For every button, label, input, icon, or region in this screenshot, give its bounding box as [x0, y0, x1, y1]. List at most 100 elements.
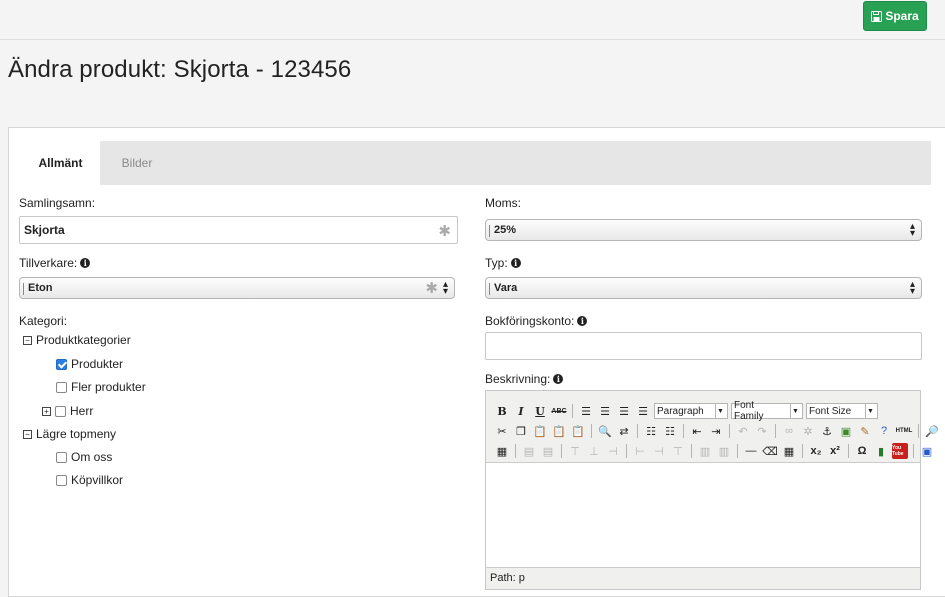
insert-row-before-icon[interactable]: ⊤ [567, 443, 583, 459]
help-icon[interactable]: ? [876, 423, 892, 439]
page-title: Ändra produkt: Skjorta - 123456 [8, 56, 352, 83]
find-icon[interactable]: 🔍 [597, 423, 613, 439]
insert-row-after-icon[interactable]: ⊥ [586, 443, 602, 459]
bokforingskonto-field[interactable] [485, 332, 922, 360]
tab-bilder[interactable]: Bilder [100, 141, 174, 185]
tree-item-label: Produktkategorier [36, 333, 131, 347]
remove-format-icon[interactable]: ⌫ [762, 443, 778, 459]
samlingsnamn-label-text: Samlingsamn: [19, 196, 96, 210]
tree-item-herr[interactable]: + Herr [42, 404, 93, 418]
horizontal-rule-icon[interactable]: — [743, 443, 759, 459]
toolbar-separator [737, 444, 738, 458]
typ-label: Typ: i [485, 256, 521, 270]
toolbar-separator [918, 424, 919, 438]
font-family-dropdown[interactable]: Font Family ▼ [731, 400, 803, 422]
editor-content-area[interactable] [486, 463, 920, 567]
save-button-label: Spara [885, 9, 919, 23]
info-icon[interactable]: i [577, 316, 588, 326]
delete-row-icon[interactable]: ⊣ [605, 443, 621, 459]
format-dropdown[interactable]: Paragraph ▼ [654, 403, 728, 419]
youtube-icon[interactable]: You Tube [892, 443, 908, 459]
paste-text-icon[interactable]: 📋 [551, 423, 567, 439]
unlink-icon[interactable]: ✲ [800, 423, 816, 439]
chevron-down-icon: ▼ [865, 404, 875, 418]
italic-icon[interactable]: I [513, 403, 529, 419]
underline-icon[interactable]: U [532, 403, 548, 419]
row-props-icon[interactable]: ▤ [521, 443, 537, 459]
save-button[interactable]: Spara [863, 1, 927, 31]
image-icon[interactable]: ▣ [838, 423, 854, 439]
tree-item-produktkategorier[interactable]: − Produktkategorier [23, 333, 131, 347]
select-arrows-icon: ▴ ▾ [442, 279, 448, 297]
font-size-dropdown[interactable]: Font Size ▼ [806, 403, 878, 419]
cleanup-icon[interactable]: ✎ [857, 423, 873, 439]
numbered-list-icon[interactable]: ☷ [662, 423, 678, 439]
anchor-icon[interactable]: ⚓ [819, 423, 835, 439]
tab-allmant[interactable]: Allmänt [21, 141, 100, 185]
insert-col-before-icon[interactable]: ⊢ [632, 443, 648, 459]
fullscreen-icon[interactable]: ▣ [919, 443, 935, 459]
special-char-icon[interactable]: Ω [854, 443, 870, 459]
strikethrough-icon[interactable]: ABC [551, 403, 567, 419]
tree-item-om-oss[interactable]: Om oss [56, 450, 112, 464]
tree-item-fler-produkter[interactable]: Fler produkter [56, 380, 146, 394]
tree-item-lagre-topmeny[interactable]: − Lägre topmeny [23, 427, 116, 441]
select-arrows-icon: ▴ ▾ [909, 279, 915, 297]
merge-cells-icon[interactable]: ▥ [716, 443, 732, 459]
split-cells-icon[interactable]: ▥ [697, 443, 713, 459]
tree-item-label: Köpvillkor [71, 473, 124, 487]
indent-icon[interactable]: ⇥ [708, 423, 724, 439]
bullet-list-icon[interactable]: ☷ [643, 423, 659, 439]
tillverkare-label: Tillverkare: i [19, 256, 91, 270]
replace-icon[interactable]: ⇄ [616, 423, 632, 439]
insert-col-after-icon[interactable]: ⊣ [651, 443, 667, 459]
checkbox-checked[interactable] [56, 358, 67, 370]
cell-props-icon[interactable]: ▤ [540, 443, 556, 459]
link-icon[interactable]: ∞ [781, 423, 797, 439]
info-icon[interactable]: i [553, 374, 564, 384]
info-icon[interactable]: i [510, 258, 521, 268]
preview-icon[interactable]: 🔎 [924, 423, 940, 439]
toolbar-row-3: ▦ ▤ ▤ ⊤ ⊥ ⊣ ⊢ ⊣ ⊤ ▥ ▥ — ⌫ ▦ x₂ x² Ω ▮ Yo… [494, 441, 935, 461]
collapse-icon[interactable]: − [23, 335, 32, 345]
outdent-icon[interactable]: ⇤ [689, 423, 705, 439]
toolbar-row-2: ✂ ❐ 📋 📋 📋 🔍 ⇄ ☷ ☷ ⇤ ⇥ ↶ ↷ ∞ ✲ ⚓ ▣ ✎ ? HT… [494, 421, 940, 441]
superscript-icon[interactable]: x² [827, 443, 843, 459]
align-left-icon[interactable]: ☰ [578, 403, 594, 419]
align-center-icon[interactable]: ☰ [597, 403, 613, 419]
collapse-icon[interactable]: − [23, 429, 32, 439]
moms-select[interactable]: 25% ▴ ▾ [485, 219, 922, 241]
samlingsnamn-field[interactable]: Skjorta ✱ [19, 216, 458, 244]
html-source-icon[interactable]: HTML [895, 423, 913, 439]
checkbox[interactable] [56, 381, 67, 393]
kategori-label: Kategori: [19, 314, 67, 328]
toolbar-separator [848, 444, 849, 458]
visual-aid-icon[interactable]: ▦ [781, 443, 797, 459]
moms-label: Moms: [485, 196, 521, 210]
rich-text-editor[interactable]: B I U ABC ☰ ☰ ☰ ☰ Paragraph ▼ Font Family… [485, 390, 939, 590]
checkbox[interactable] [56, 474, 67, 486]
tillverkare-select[interactable]: Eton ✱ ▴ ▾ [19, 277, 455, 299]
align-right-icon[interactable]: ☰ [616, 403, 632, 419]
undo-icon[interactable]: ↶ [735, 423, 751, 439]
media-icon[interactable]: ▮ [873, 443, 889, 459]
checkbox[interactable] [55, 405, 66, 417]
expand-icon[interactable]: + [42, 406, 51, 416]
tree-item-produkter[interactable]: Produkter [56, 357, 123, 371]
top-bar: Spara [0, 0, 945, 40]
paste-word-icon[interactable]: 📋 [570, 423, 586, 439]
info-icon[interactable]: i [80, 258, 91, 268]
align-justify-icon[interactable]: ☰ [635, 403, 651, 419]
samlingsnamn-value: Skjorta [24, 223, 65, 237]
redo-icon[interactable]: ↷ [754, 423, 770, 439]
delete-col-icon[interactable]: ⊤ [670, 443, 686, 459]
tree-item-kopvillkor[interactable]: Köpvillkor [56, 473, 123, 487]
insert-table-icon[interactable]: ▦ [494, 443, 510, 459]
typ-select[interactable]: Vara ▴ ▾ [485, 277, 922, 299]
copy-icon[interactable]: ❐ [513, 423, 529, 439]
bold-icon[interactable]: B [494, 403, 510, 419]
paste-icon[interactable]: 📋 [532, 423, 548, 439]
cut-icon[interactable]: ✂ [494, 423, 510, 439]
checkbox[interactable] [56, 451, 67, 463]
subscript-icon[interactable]: x₂ [808, 443, 824, 459]
